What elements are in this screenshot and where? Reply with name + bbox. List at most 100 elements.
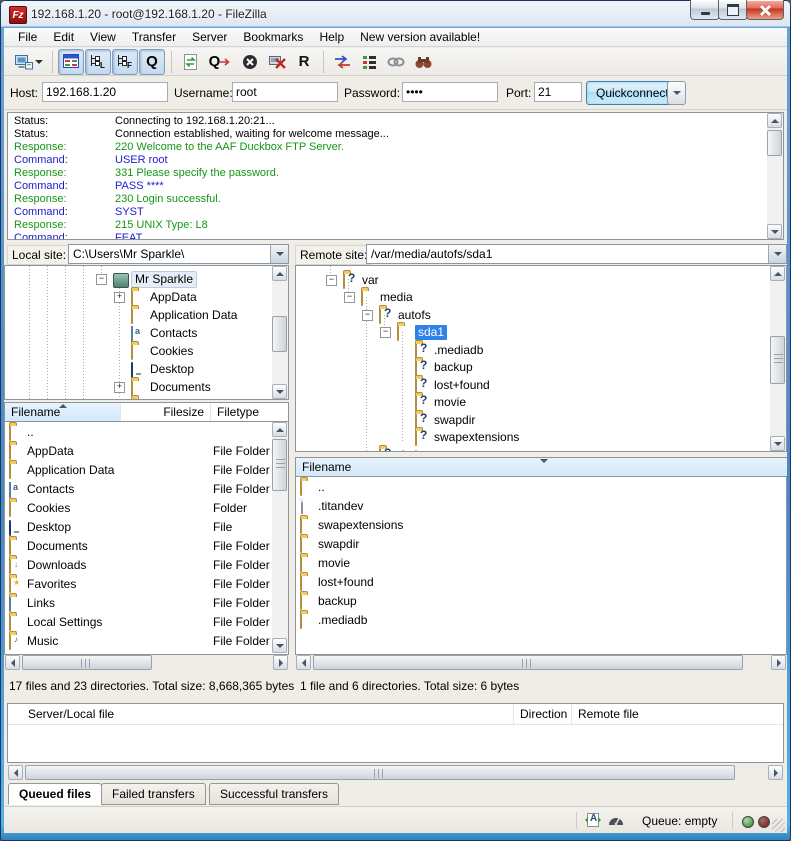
expand-toggle[interactable] bbox=[114, 292, 125, 303]
file-row[interactable]: lost+found bbox=[296, 573, 786, 592]
tree-item-appdata[interactable]: AppData bbox=[5, 288, 272, 306]
file-row[interactable]: Local SettingsFile Folder bbox=[5, 613, 288, 632]
directory-listing-filter-button[interactable] bbox=[356, 49, 382, 75]
menu-bookmarks[interactable]: Bookmarks bbox=[235, 28, 311, 46]
log-scrollbar[interactable] bbox=[767, 113, 783, 239]
file-row[interactable]: DesktopFile bbox=[5, 518, 288, 537]
file-row[interactable]: ↓DownloadsFile Folder bbox=[5, 556, 288, 575]
tree-item-swapdir[interactable]: swapdir bbox=[296, 411, 770, 429]
tree-item-lost-found[interactable]: lost+found bbox=[296, 376, 770, 394]
scroll-thumb[interactable] bbox=[25, 765, 735, 780]
tree-item-desktop[interactable]: Desktop bbox=[5, 360, 272, 378]
collapse-toggle[interactable] bbox=[96, 274, 107, 285]
tree-item-dvd[interactable]: dvd bbox=[296, 446, 770, 452]
menu-file[interactable]: File bbox=[10, 28, 45, 46]
quickconnect-dropdown-button[interactable] bbox=[667, 81, 686, 105]
tab-successful-transfers[interactable]: Successful transfers bbox=[209, 783, 339, 805]
scroll-right-button[interactable] bbox=[273, 655, 288, 670]
close-button[interactable] bbox=[746, 0, 784, 20]
tab-failed-transfers[interactable]: Failed transfers bbox=[101, 783, 206, 805]
scroll-thumb[interactable] bbox=[272, 316, 287, 352]
scroll-down-button[interactable] bbox=[767, 224, 782, 239]
scroll-down-button[interactable] bbox=[770, 436, 785, 451]
scroll-up-button[interactable] bbox=[770, 266, 785, 281]
directory-comparison-button[interactable] bbox=[329, 49, 355, 75]
menu-server[interactable]: Server bbox=[184, 28, 235, 46]
file-row[interactable]: backup bbox=[296, 592, 786, 611]
tree-item-mediadb[interactable]: .mediadb bbox=[296, 341, 770, 359]
file-row[interactable]: movie bbox=[296, 554, 786, 573]
password-input[interactable] bbox=[402, 82, 498, 102]
file-row[interactable]: .mediadb bbox=[296, 611, 786, 630]
tree-item-documents[interactable]: Documents bbox=[5, 378, 272, 396]
tree-item-swapextensions[interactable]: swapextensions bbox=[296, 428, 770, 446]
scroll-right-button[interactable] bbox=[768, 765, 783, 780]
menu-new-version[interactable]: New version available! bbox=[352, 28, 488, 46]
file-row[interactable]: ★FavoritesFile Folder bbox=[5, 575, 288, 594]
tree-item-downloads[interactable]: Downloads bbox=[5, 396, 272, 400]
scroll-thumb[interactable] bbox=[22, 655, 152, 670]
column-header-filename[interactable]: Filename bbox=[5, 403, 121, 421]
toggle-message-log-button[interactable] bbox=[58, 49, 84, 75]
local-site-combobox[interactable]: C:\Users\Mr Sparkle\ bbox=[68, 244, 289, 264]
username-input[interactable] bbox=[232, 82, 338, 102]
transfer-type-indicator[interactable]: A bbox=[584, 812, 602, 831]
local-list-scrollbar[interactable] bbox=[272, 422, 288, 653]
menu-help[interactable]: Help bbox=[311, 28, 352, 46]
scroll-down-button[interactable] bbox=[272, 384, 287, 399]
column-header-direction[interactable]: Direction bbox=[514, 704, 572, 724]
menu-transfer[interactable]: Transfer bbox=[124, 28, 184, 46]
synchronized-browsing-button[interactable] bbox=[383, 49, 409, 75]
file-row[interactable]: DocumentsFile Folder bbox=[5, 537, 288, 556]
file-row[interactable]: swapextensions bbox=[296, 516, 786, 535]
tree-item-movie[interactable]: movie bbox=[296, 393, 770, 411]
column-header-filetype[interactable]: Filetype bbox=[211, 403, 290, 421]
scroll-down-button[interactable] bbox=[272, 638, 287, 653]
reconnect-button[interactable]: R bbox=[291, 49, 317, 75]
cancel-button[interactable] bbox=[237, 49, 263, 75]
find-files-button[interactable] bbox=[410, 49, 436, 75]
quickconnect-button[interactable]: Quickconnect bbox=[586, 81, 679, 105]
tree-item-application-data[interactable]: Application Data bbox=[5, 306, 272, 324]
menu-view[interactable]: View bbox=[82, 28, 124, 46]
file-row[interactable]: CookiesFolder bbox=[5, 499, 288, 518]
scroll-left-button[interactable] bbox=[5, 655, 20, 670]
column-header-server-local-file[interactable]: Server/Local file bbox=[8, 704, 514, 724]
scroll-thumb[interactable] bbox=[767, 130, 782, 156]
queue-hscrollbar[interactable] bbox=[7, 765, 784, 781]
column-header-filesize[interactable]: Filesize bbox=[121, 403, 211, 421]
tree-item-media[interactable]: media bbox=[296, 288, 770, 306]
port-input[interactable] bbox=[534, 82, 582, 102]
tree-item-sda1[interactable]: sda1 bbox=[296, 323, 770, 341]
scroll-up-button[interactable] bbox=[767, 113, 782, 128]
remote-tree-scrollbar[interactable] bbox=[770, 266, 786, 451]
process-queue-button[interactable]: Q bbox=[204, 49, 236, 75]
toggle-local-tree-button[interactable]: L bbox=[85, 49, 111, 75]
menu-edit[interactable]: Edit bbox=[45, 28, 82, 46]
tree-item-mr-sparkle[interactable]: Mr Sparkle bbox=[5, 270, 272, 288]
minimize-button[interactable] bbox=[690, 0, 720, 20]
toggle-queue-button[interactable]: Q bbox=[139, 49, 165, 75]
tab-queued-files[interactable]: Queued files bbox=[8, 783, 102, 805]
file-row[interactable]: .. bbox=[296, 478, 786, 497]
site-manager-dropdown-icon[interactable] bbox=[35, 60, 43, 64]
file-row[interactable]: AppDataFile Folder bbox=[5, 442, 288, 461]
title-bar[interactable]: Fz 192.168.1.20 - root@192.168.1.20 - Fi… bbox=[0, 0, 791, 28]
host-input[interactable] bbox=[42, 82, 168, 102]
disconnect-button[interactable] bbox=[264, 49, 290, 75]
remote-site-dropdown-button[interactable] bbox=[768, 245, 786, 263]
scroll-thumb[interactable] bbox=[313, 655, 743, 670]
tree-item-backup[interactable]: backup bbox=[296, 358, 770, 376]
refresh-button[interactable] bbox=[177, 49, 203, 75]
scroll-thumb[interactable] bbox=[770, 336, 785, 384]
local-tree-scrollbar[interactable] bbox=[272, 266, 288, 399]
column-header-remote-file[interactable]: Remote file bbox=[572, 704, 783, 724]
file-row[interactable]: Application DataFile Folder bbox=[5, 461, 288, 480]
scroll-thumb[interactable] bbox=[272, 439, 287, 491]
resize-grip[interactable] bbox=[772, 819, 785, 832]
column-header-filename[interactable]: Filename bbox=[296, 458, 787, 476]
scroll-right-button[interactable] bbox=[771, 655, 786, 670]
file-row[interactable]: swapdir bbox=[296, 535, 786, 554]
file-row[interactable]: LinksFile Folder bbox=[5, 594, 288, 613]
site-manager-button[interactable] bbox=[12, 49, 46, 75]
